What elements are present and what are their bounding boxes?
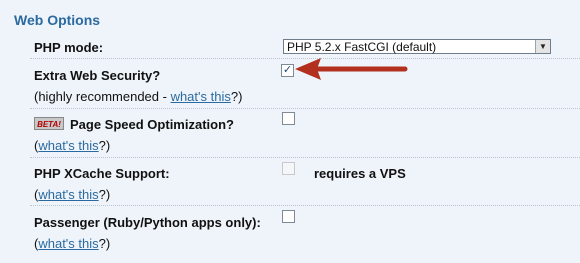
whats-this-link[interactable]: what's this [171,89,231,104]
passenger-label: Passenger (Ruby/Python apps only): [34,215,261,230]
help-suffix: ?) [98,236,111,251]
php-mode-select[interactable]: PHP 5.2.x FastCGI (default) ▼ [283,39,551,54]
help-suffix: ?) [98,187,111,202]
whats-this-link[interactable]: what's this [38,138,98,153]
dropdown-arrow-icon[interactable]: ▼ [535,40,550,53]
annotation-arrow-icon [295,58,408,80]
passenger-checkbox[interactable] [282,210,295,223]
page-speed-row: BETA! Page Speed Optimization? (what's t… [30,109,580,158]
xcache-label: PHP XCache Support: [34,166,170,181]
extra-security-help: (highly recommended - what's this?) [34,89,242,104]
php-mode-label: PHP mode: [34,40,104,55]
php-mode-row: PHP mode: PHP 5.2.x FastCGI (default) ▼ [30,35,580,59]
xcache-checkbox[interactable] [282,162,295,175]
requires-vps-note: requires a VPS [314,166,406,181]
page-speed-help: (what's this?) [34,138,110,153]
php-mode-selected-value: PHP 5.2.x FastCGI (default) [287,40,437,54]
xcache-row: PHP XCache Support: requires a VPS (what… [30,158,580,206]
whats-this-link[interactable]: what's this [38,236,98,251]
help-prefix: (highly recommended - [34,89,171,104]
passenger-row: Passenger (Ruby/Python apps only): (what… [30,206,580,256]
passenger-help: (what's this?) [34,236,110,251]
extra-security-label: Extra Web Security? [34,68,161,83]
help-suffix: ?) [230,89,243,104]
whats-this-link[interactable]: what's this [38,187,98,202]
xcache-help: (what's this?) [34,187,110,202]
help-suffix: ?) [98,138,111,153]
section-title: Web Options [14,12,101,28]
beta-badge: BETA! [34,117,64,130]
page-speed-checkbox[interactable] [282,112,295,125]
page-speed-label: Page Speed Optimization? [70,117,234,132]
